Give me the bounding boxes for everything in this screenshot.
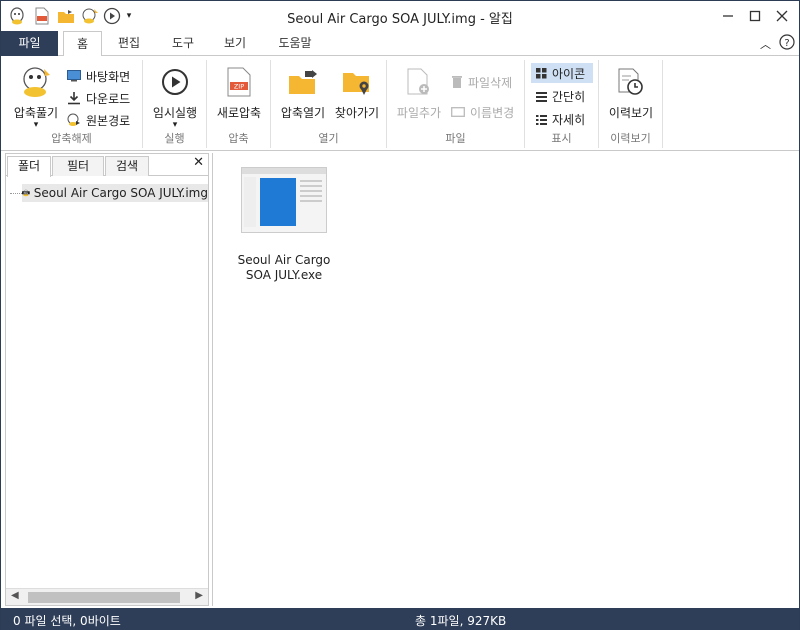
scroll-right-icon[interactable]: ▶ <box>195 590 203 601</box>
title-bar: ▾ Seoul Air Cargo SOA JULY.img - 알집 <box>1 1 799 31</box>
add-file-icon <box>393 64 445 100</box>
close-pane-icon[interactable]: ✕ <box>193 155 204 170</box>
help-icon[interactable]: ? <box>779 34 795 53</box>
group-label-open: 열기 <box>318 132 339 145</box>
tab-tools[interactable]: 도구 <box>161 31 205 56</box>
open-archive-button[interactable]: 압축열기 <box>277 64 329 121</box>
tab-home[interactable]: 홈 <box>63 31 102 57</box>
list-icon <box>536 91 547 102</box>
view-icon-button[interactable]: 아이콘 <box>531 63 593 83</box>
group-view: 아이콘 간단히 자세히 표시 <box>525 60 599 148</box>
collapse-ribbon-icon[interactable]: ︿ <box>760 36 771 52</box>
app-window: ▾ Seoul Air Cargo SOA JULY.img - 알집 파일 홈… <box>0 0 800 630</box>
view-simple-button[interactable]: 간단히 <box>531 86 585 106</box>
chevron-down-icon: ▾ <box>172 120 178 130</box>
group-label-view: 표시 <box>551 132 572 145</box>
extract-original-path-button[interactable]: 원본경로 <box>67 110 130 130</box>
group-label-compress: 압축 <box>228 132 249 145</box>
file-thumbnail <box>241 167 327 233</box>
group-label-history: 이력보기 <box>610 132 651 145</box>
group-history: 이력보기 이력보기 <box>599 60 663 148</box>
tab-file[interactable]: 파일 <box>1 31 58 56</box>
extract-desktop-button[interactable]: 바탕화면 <box>67 66 130 86</box>
group-file: 파일추가 파일삭제 이름변경 파일 <box>387 60 525 148</box>
group-extract: 압축풀기 ▾ 바탕화면 다운로드 원본경로 압축해제 <box>1 60 143 148</box>
history-clock-icon <box>603 64 659 100</box>
tab-search[interactable]: 검색 <box>105 156 149 176</box>
tab-filter[interactable]: 필터 <box>52 156 104 176</box>
play-circle-icon <box>149 64 201 100</box>
extract-button[interactable]: 압축풀기 ▾ <box>9 64 63 130</box>
folder-open-icon <box>277 64 329 100</box>
group-run: 임시실행 ▾ 실행 <box>143 60 207 148</box>
tree-item-archive[interactable]: IMG Seoul Air Cargo SOA JULY.img <box>22 184 208 202</box>
view-detail-button[interactable]: 자세히 <box>531 109 585 129</box>
img-archive-icon: IMG <box>22 189 30 197</box>
ribbon-tab-bar: 파일 홈 편집 도구 보기 도움말 ︿ ? <box>1 31 799 57</box>
add-file-button[interactable]: 파일추가 <box>393 64 445 121</box>
scrollbar-thumb[interactable] <box>28 592 180 603</box>
temp-run-button[interactable]: 임시실행 ▾ <box>149 64 201 130</box>
status-total: 총 1파일, 927KB <box>415 614 507 628</box>
svg-text:ZIP: ZIP <box>234 83 244 91</box>
window-title: Seoul Air Cargo SOA JULY.img - 알집 <box>287 12 513 27</box>
tab-folder[interactable]: 폴더 <box>7 156 51 177</box>
desktop-icon <box>67 70 81 82</box>
folder-pane-tabs: 폴더 필터 검색 ✕ <box>6 154 208 177</box>
scroll-left-icon[interactable]: ◀ <box>11 590 19 601</box>
tree-connector <box>10 193 22 194</box>
group-compress: ZIP 새로압축 압축 <box>207 60 271 148</box>
svg-text:?: ? <box>784 38 789 49</box>
extract-downloads-button[interactable]: 다운로드 <box>67 88 130 108</box>
tab-edit[interactable]: 편집 <box>107 31 151 56</box>
group-label-extract: 압축해제 <box>51 132 92 145</box>
group-label-run: 실행 <box>164 132 185 145</box>
original-path-icon <box>67 113 80 126</box>
chevron-down-icon: ▾ <box>33 120 39 130</box>
group-label-file: 파일 <box>445 132 466 145</box>
folder-location-icon <box>331 64 383 100</box>
history-button[interactable]: 이력보기 <box>603 64 659 121</box>
svg-text:IMG: IMG <box>24 192 29 195</box>
rename-button[interactable]: 이름변경 <box>451 102 514 122</box>
tab-help[interactable]: 도움말 <box>269 31 321 56</box>
detail-list-icon <box>536 114 547 125</box>
file-item[interactable]: Seoul Air Cargo SOA JULY.exe <box>225 167 343 283</box>
horizontal-scrollbar[interactable]: ◀ ▶ <box>6 588 208 605</box>
file-name: Seoul Air Cargo SOA JULY.exe <box>237 253 331 282</box>
group-open: 압축열기 찾아가기 열기 <box>271 60 387 148</box>
ribbon: 압축풀기 ▾ 바탕화면 다운로드 원본경로 압축해제 임시실행 ▾ 실행 ZIP… <box>1 56 799 151</box>
delete-file-button[interactable]: 파일삭제 <box>451 72 512 92</box>
status-bar: 0 파일 선택, 0바이트 총 1파일, 927KB <box>1 608 799 630</box>
tab-view[interactable]: 보기 <box>213 31 257 56</box>
folder-pane: 폴더 필터 검색 ✕ IMG Seoul Air Cargo SOA JULY.… <box>5 153 209 606</box>
browse-button[interactable]: 찾아가기 <box>331 64 383 121</box>
grid-icon <box>536 67 547 78</box>
extract-mascot-icon <box>9 64 63 100</box>
trash-icon <box>452 76 462 88</box>
file-list-pane: Seoul Air Cargo SOA JULY.exe <box>212 153 798 606</box>
status-selection: 0 파일 선택, 0바이트 <box>13 614 121 628</box>
new-compress-button[interactable]: ZIP 새로압축 <box>213 64 265 121</box>
close-button[interactable] <box>765 1 799 31</box>
rename-icon <box>451 107 465 117</box>
zip-new-icon: ZIP <box>213 64 265 100</box>
download-icon <box>68 92 80 105</box>
